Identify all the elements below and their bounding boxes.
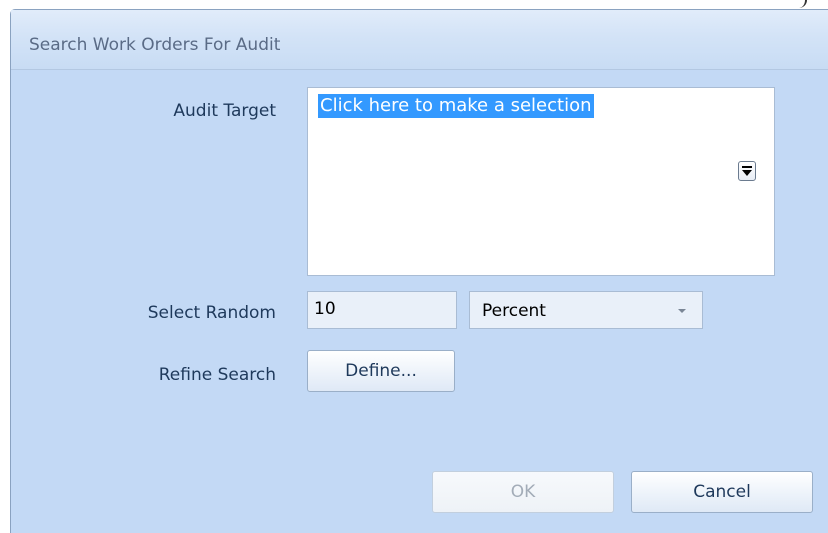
define-button[interactable]: Define...: [307, 350, 455, 392]
window-corner-edge: [793, 0, 807, 8]
refine-search-label: Refine Search: [158, 365, 276, 385]
select-random-unit-value: Percent: [482, 301, 546, 321]
cancel-button[interactable]: Cancel: [631, 471, 813, 513]
audit-target-selector[interactable]: Click here to make a selection: [307, 87, 775, 276]
audit-target-dropdown-button[interactable]: [738, 161, 756, 181]
dropdown-bar-icon: [742, 166, 752, 168]
select-random-label: Select Random: [147, 303, 276, 323]
chevron-down-icon: [678, 309, 686, 313]
audit-target-selection-prompt[interactable]: Click here to make a selection: [318, 94, 594, 118]
audit-target-label: Audit Target: [173, 101, 276, 121]
dropdown-arrow-icon: [742, 170, 752, 176]
select-random-unit-combo[interactable]: Percent: [469, 291, 703, 329]
ok-button[interactable]: OK: [432, 471, 614, 513]
search-work-orders-dialog: Search Work Orders For Audit Audit Targe…: [10, 9, 828, 533]
select-random-value-input[interactable]: 10: [307, 291, 457, 329]
dialog-title-bar[interactable]: Search Work Orders For Audit: [11, 10, 828, 70]
dialog-title: Search Work Orders For Audit: [29, 35, 281, 55]
